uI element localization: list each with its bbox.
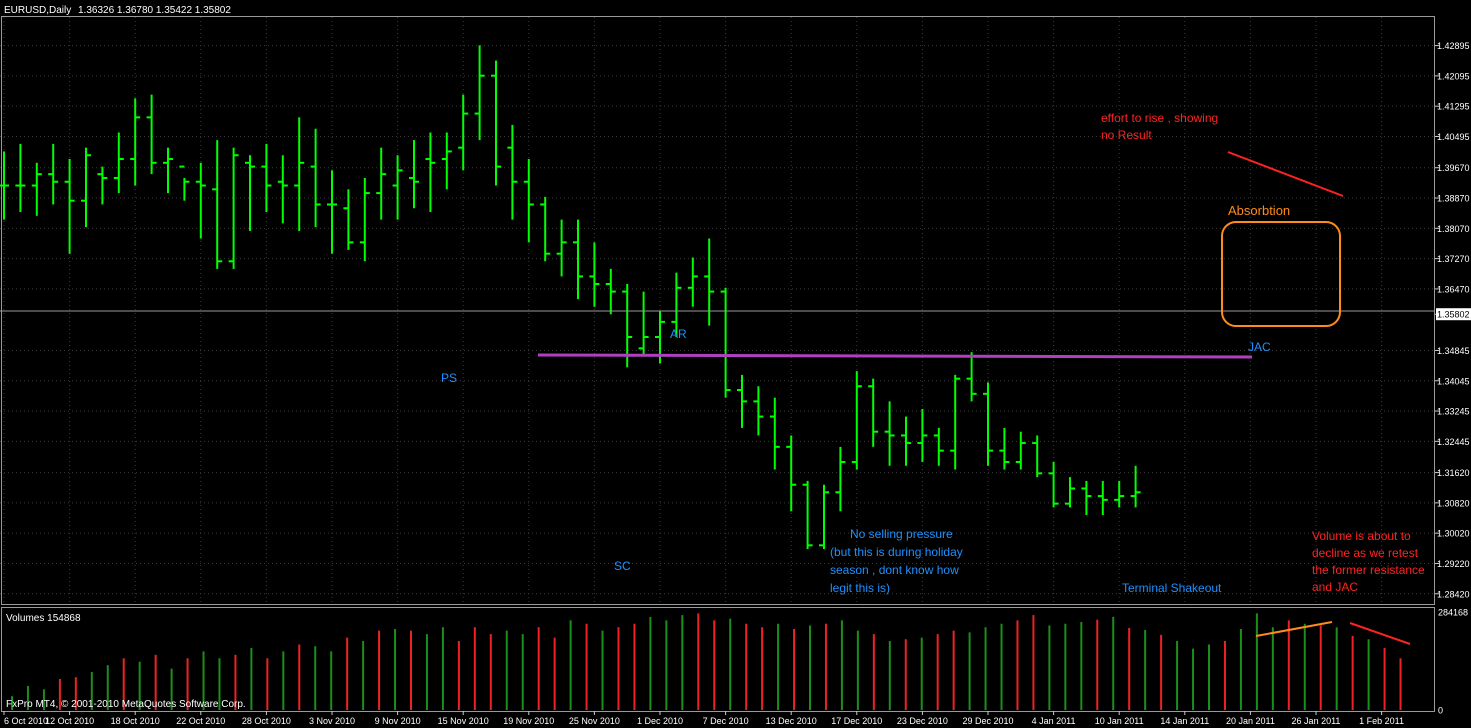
price-tick-label: 1.30820 <box>1437 498 1470 508</box>
volume-tick-label: 284168 <box>1438 608 1468 618</box>
price-tick-label: 1.29220 <box>1437 559 1470 569</box>
date-tick-label: 12 Oct 2010 <box>45 716 94 726</box>
date-tick-label: 23 Dec 2010 <box>897 716 948 726</box>
price-tick-label: 1.34845 <box>1437 346 1470 356</box>
price-tick-label: 1.41295 <box>1437 102 1470 112</box>
annotation-volume-1: Volume is about to <box>1312 529 1411 543</box>
date-tick-label: 9 Nov 2010 <box>375 716 421 726</box>
chart: 1.42895 1.42095 1.41295 1.40495 1.39670 1.388… <box>0 0 1471 728</box>
annotation-ar: AR <box>670 327 687 341</box>
date-tick-label: 26 Jan 2011 <box>1292 716 1341 726</box>
date-tick-label: 25 Nov 2010 <box>569 716 620 726</box>
annotation-noselling-4: legit this is) <box>830 581 890 595</box>
price-tick-label: 1.38870 <box>1437 194 1470 204</box>
date-tick-label: 10 Jan 2011 <box>1095 716 1144 726</box>
price-tick-label: 1.40495 <box>1437 132 1470 142</box>
date-tick-label: 14 Jan 2011 <box>1160 716 1209 726</box>
annotation-effort-1: effort to rise , showing <box>1101 111 1218 125</box>
date-tick-label: 22 Oct 2010 <box>176 716 225 726</box>
annotation-terminal: Terminal Shakeout <box>1122 581 1222 595</box>
price-tick-label: 1.34045 <box>1437 376 1470 386</box>
price-tick-label: 1.39670 <box>1437 163 1470 173</box>
date-tick-label: 19 Nov 2010 <box>503 716 554 726</box>
chart-ohlc: 1.36326 1.36780 1.35422 1.35802 <box>78 5 231 16</box>
price-tick-label: 1.42895 <box>1437 41 1470 51</box>
annotation-volume-4: and JAC <box>1312 580 1358 594</box>
annotation-ps: PS <box>441 371 457 385</box>
date-tick-label: 17 Dec 2010 <box>831 716 882 726</box>
resistance-line <box>537 353 1253 359</box>
annotation-volume-3: the former resistance <box>1312 563 1425 577</box>
price-tick-label: 1.31620 <box>1437 468 1470 478</box>
price-tick-label: 1.28420 <box>1437 589 1470 599</box>
price-tick-label: 1.37270 <box>1437 254 1470 264</box>
price-tick-label: 1.35802 <box>1437 310 1470 320</box>
volume-tick-label: 0 <box>1438 706 1443 716</box>
price-tick-label: 1.42095 <box>1437 71 1470 81</box>
annotation-volume-2: decline as we retest <box>1312 546 1419 560</box>
price-tick-label: 1.30020 <box>1437 529 1470 539</box>
price-tick-label: 1.32445 <box>1437 437 1470 447</box>
date-tick-label: 15 Nov 2010 <box>438 716 489 726</box>
date-tick-label: 7 Dec 2010 <box>703 716 749 726</box>
chart-symbol: EURUSD,Daily <box>4 5 71 16</box>
date-tick-label: 13 Dec 2010 <box>766 716 817 726</box>
date-tick-label: 20 Jan 2011 <box>1226 716 1275 726</box>
date-tick-label: 28 Oct 2010 <box>242 716 291 726</box>
copyright: FxPro MT4, © 2001-2010 MetaQuotes Softwa… <box>6 699 246 710</box>
annotation-jac: JAC <box>1248 340 1271 354</box>
volume-label: Volumes 154868 <box>6 613 81 624</box>
date-tick-label: 1 Feb 2011 <box>1359 716 1404 726</box>
date-tick-label: 6 Oct 2010 <box>4 716 48 726</box>
date-tick-label: 29 Dec 2010 <box>962 716 1013 726</box>
date-tick-label: 3 Nov 2010 <box>309 716 355 726</box>
annotation-noselling-1: No selling pressure <box>850 527 953 541</box>
date-tick-label: 18 Oct 2010 <box>111 716 160 726</box>
date-tick-label: 1 Dec 2010 <box>637 716 683 726</box>
price-tick-label: 1.36470 <box>1437 284 1470 294</box>
annotation-noselling-2: (but this is during holiday <box>830 545 963 559</box>
annotation-sc: SC <box>614 559 631 573</box>
annotation-absorbtion: Absorbtion <box>1228 203 1290 218</box>
annotation-effort-2: no Result <box>1101 128 1152 142</box>
price-tick-label: 1.38070 <box>1437 224 1470 234</box>
price-tick-label: 1.33245 <box>1437 407 1470 417</box>
annotation-noselling-3: season , dont know how <box>830 563 959 577</box>
date-tick-label: 4 Jan 2011 <box>1032 716 1076 726</box>
